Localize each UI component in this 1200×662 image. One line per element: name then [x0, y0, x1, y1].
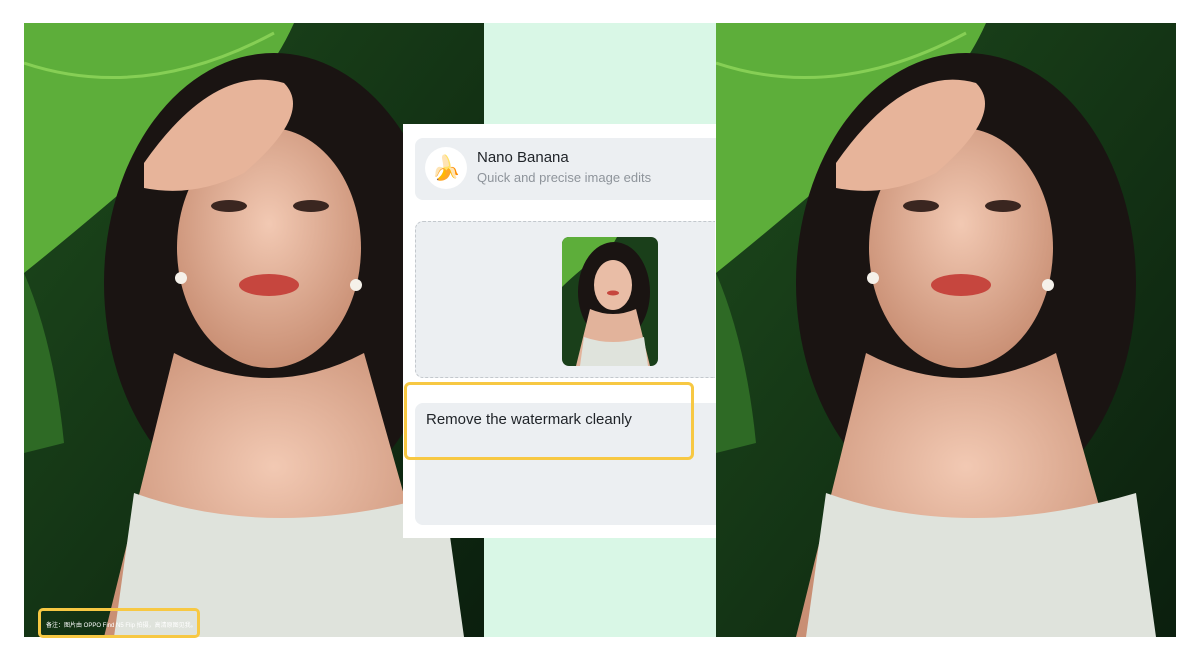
banana-icon: 🍌: [425, 147, 467, 189]
thumbnail-graphic: [562, 237, 658, 366]
edited-photo-graphic: [716, 23, 1176, 637]
tool-subtitle: Quick and precise image edits: [477, 170, 652, 185]
watermark-highlight-box: [38, 608, 200, 638]
edited-photo: [716, 23, 1176, 637]
uploaded-image-thumbnail[interactable]: [562, 237, 658, 366]
tool-title: Nano Banana: [477, 149, 569, 166]
prompt-highlight-box: [404, 382, 694, 460]
banana-glyph: 🍌: [431, 154, 461, 182]
